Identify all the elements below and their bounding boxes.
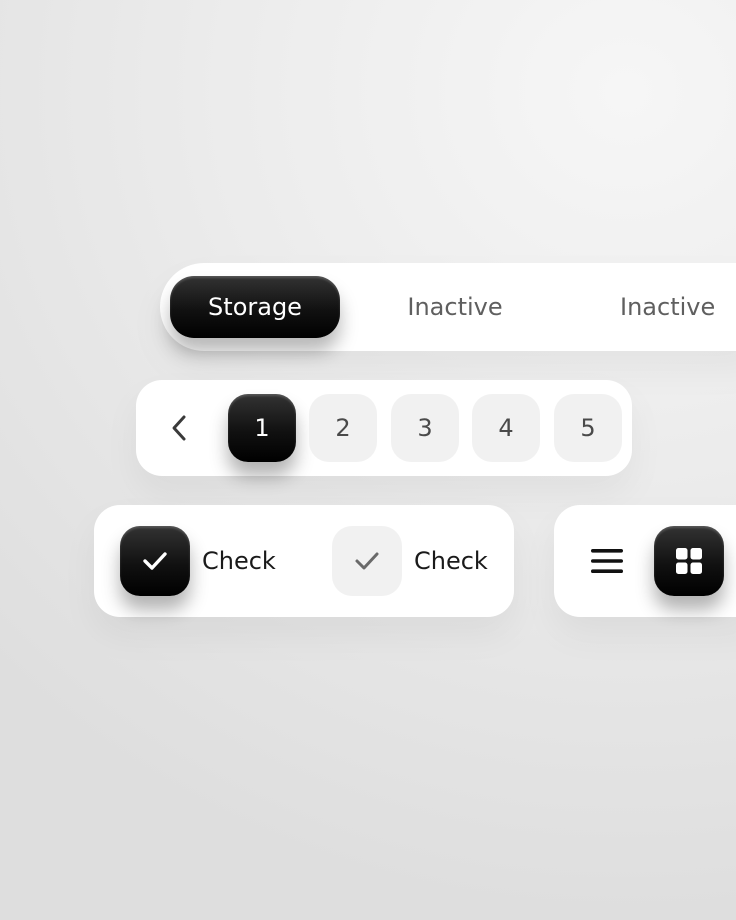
checkbox-box-checked[interactable] (120, 526, 190, 596)
checkbox-label: Check (414, 547, 488, 575)
list-view-button[interactable] (572, 526, 642, 596)
page-button-1[interactable]: 1 (228, 394, 296, 462)
check-icon (355, 552, 379, 570)
chevron-left-icon (172, 415, 186, 441)
view-toggle (554, 505, 736, 617)
tab-bar: Storage Inactive Inactive (160, 263, 736, 351)
list-icon (591, 549, 623, 573)
tab-inactive-1[interactable]: Inactive (360, 276, 550, 338)
checkbox-checked[interactable]: Check (120, 526, 276, 596)
page-button-3[interactable]: 3 (391, 394, 459, 462)
checkbox-label: Check (202, 547, 276, 575)
page-button-5[interactable]: 5 (554, 394, 622, 462)
pagination: 1 2 3 4 5 (136, 380, 632, 476)
checkbox-group: Check Check (94, 505, 514, 617)
tab-storage[interactable]: Storage (170, 276, 340, 338)
tab-inactive-2[interactable]: Inactive (620, 276, 736, 338)
previous-page-button[interactable] (160, 404, 200, 452)
grid-view-button[interactable] (654, 526, 724, 596)
checkbox-unchecked[interactable]: Check (332, 526, 488, 596)
checkbox-box-unchecked[interactable] (332, 526, 402, 596)
page-button-4[interactable]: 4 (472, 394, 540, 462)
page-button-2[interactable]: 2 (309, 394, 377, 462)
grid-icon (676, 548, 702, 574)
check-icon (143, 552, 167, 570)
